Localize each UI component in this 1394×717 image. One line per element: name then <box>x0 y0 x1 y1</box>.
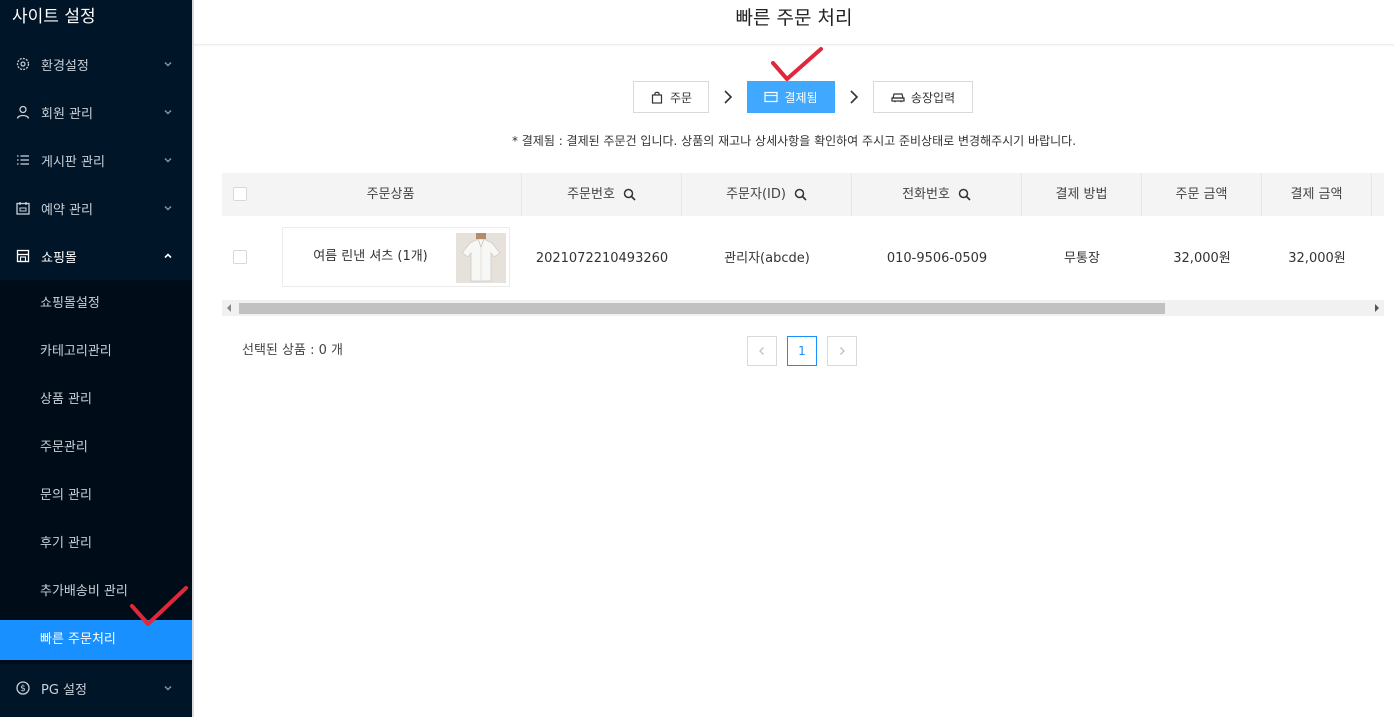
chevron-left-icon <box>759 347 764 355</box>
list-icon <box>15 152 31 168</box>
status-notice: * 결제됨 : 결제된 주문건 입니다. 상품의 재고나 상세사항을 확인하여 … <box>511 134 1077 148</box>
column-orderer: 주문자(ID) <box>682 173 852 216</box>
table-row: 여름 린낸 셔츠 (1개) 2021072210493260 관리자(abcde… <box>222 216 1384 302</box>
dollar-icon: $ <box>15 680 31 696</box>
sidebar-item-settings[interactable]: 환경설정 <box>0 40 192 88</box>
chevron-down-icon <box>164 206 172 211</box>
scrollbar-thumb[interactable] <box>239 303 1165 314</box>
sidebar-item-pg[interactable]: $ PG 설정 <box>0 664 192 712</box>
horizontal-scrollbar[interactable] <box>222 300 1384 316</box>
user-icon <box>15 104 31 120</box>
main-content: 빠른 주문 처리 주문 결제됨 송장입력 * 결제됨 : 결제된 주문건 입니다… <box>194 0 1394 717</box>
sidebar-item-reservations[interactable]: 예약 관리 <box>0 184 192 232</box>
chevron-down-icon <box>164 686 172 691</box>
chevron-up-icon <box>164 253 172 259</box>
page-button-current[interactable]: 1 <box>787 336 817 366</box>
submenu-item-shop-settings[interactable]: 쇼핑몰설정 <box>0 284 192 324</box>
pay-method: 무통장 <box>1064 251 1100 266</box>
orderer-id: 관리자(abcde) <box>724 251 810 266</box>
submenu-item-inquiries[interactable]: 문의 관리 <box>0 476 192 516</box>
sidebar-item-label: PG 설정 <box>41 682 87 698</box>
sidebar-item-label: 회원 관리 <box>41 106 93 122</box>
scroll-left-icon[interactable] <box>227 304 231 312</box>
orders-table: 주문상품 주문번호 주문자(ID) 전화번호 결제 방법 주문 금액 결제 금액… <box>222 173 1384 316</box>
next-page-button[interactable] <box>827 336 857 366</box>
column-product: 주문상품 <box>260 173 522 216</box>
search-icon[interactable] <box>958 188 971 201</box>
column-pay-amount: 결제 금액 <box>1262 173 1372 216</box>
sidebar-title: 사이트 설정 <box>12 7 96 27</box>
sidebar-item-label: 예약 관리 <box>41 202 93 218</box>
product-cell[interactable]: 여름 린낸 셔츠 (1개) <box>282 227 510 287</box>
step-label: 주문 <box>669 90 693 105</box>
product-name: 여름 린낸 셔츠 (1개) <box>313 249 428 264</box>
card-icon <box>764 90 779 104</box>
chevron-down-icon <box>164 62 172 67</box>
pay-amount: 32,000원 <box>1288 251 1346 266</box>
order-amount: 32,000원 <box>1173 251 1231 266</box>
step-order-button[interactable]: 주문 <box>633 81 709 113</box>
header-select-cell <box>222 173 260 216</box>
chevron-down-icon <box>164 110 172 115</box>
step-invoice-button[interactable]: 송장입력 <box>873 81 973 113</box>
scroll-right-icon[interactable] <box>1375 304 1379 312</box>
column-order-amount: 주문 금액 <box>1142 173 1262 216</box>
gear-icon <box>15 56 31 72</box>
submenu-item-products[interactable]: 상품 관리 <box>0 380 192 420</box>
submenu-item-reviews[interactable]: 후기 관리 <box>0 524 192 564</box>
submenu-item-quick-order[interactable]: 빠른 주문처리 <box>0 620 192 660</box>
product-image <box>456 233 506 283</box>
row-checkbox[interactable] <box>233 250 247 264</box>
submenu-item-categories[interactable]: 카테고리관리 <box>0 332 192 372</box>
selected-count: 선택된 상품 : 0 개 <box>242 343 343 358</box>
chevron-right-icon <box>850 90 859 104</box>
table-header: 주문상품 주문번호 주문자(ID) 전화번호 결제 방법 주문 금액 결제 금액 <box>222 173 1384 216</box>
chevron-right-icon <box>840 347 845 355</box>
submenu-item-extra-shipping[interactable]: 추가배송비 관리 <box>0 572 192 612</box>
svg-text:$: $ <box>20 684 26 694</box>
page-title: 빠른 주문 처리 <box>194 0 1394 45</box>
sidebar-item-label: 쇼핑몰 <box>41 250 77 266</box>
shop-icon <box>15 248 31 264</box>
step-paid-button[interactable]: 결제됨 <box>747 81 835 113</box>
sidebar-item-members[interactable]: 회원 관리 <box>0 88 192 136</box>
prev-page-button[interactable] <box>747 336 777 366</box>
chevron-down-icon <box>164 158 172 163</box>
sidebar-item-boards[interactable]: 게시판 관리 <box>0 136 192 184</box>
search-icon[interactable] <box>623 188 636 201</box>
truck-icon <box>891 90 905 104</box>
sidebar: 사이트 설정 환경설정 회원 관리 게시판 관리 예약 관리 쇼핑몰 쇼핑몰설정… <box>0 0 192 717</box>
sidebar-item-label: 환경설정 <box>41 58 89 74</box>
calendar-icon <box>15 200 31 216</box>
phone-number: 010-9506-0509 <box>886 251 988 266</box>
select-all-checkbox[interactable] <box>233 187 247 201</box>
shop-submenu: 쇼핑몰설정 카테고리관리 상품 관리 주문관리 문의 관리 후기 관리 추가배송… <box>0 280 192 664</box>
sidebar-item-shop[interactable]: 쇼핑몰 <box>0 232 192 280</box>
bag-icon <box>650 90 664 104</box>
search-icon[interactable] <box>794 188 807 201</box>
step-label: 결제됨 <box>784 90 818 105</box>
column-pay-method: 결제 방법 <box>1022 173 1142 216</box>
order-number: 2021072210493260 <box>535 251 669 266</box>
submenu-item-orders[interactable]: 주문관리 <box>0 428 192 468</box>
sidebar-item-label: 게시판 관리 <box>41 154 105 170</box>
chevron-right-icon <box>724 90 733 104</box>
column-order-no: 주문번호 <box>522 173 682 216</box>
step-label: 송장입력 <box>910 90 956 105</box>
column-phone: 전화번호 <box>852 173 1022 216</box>
